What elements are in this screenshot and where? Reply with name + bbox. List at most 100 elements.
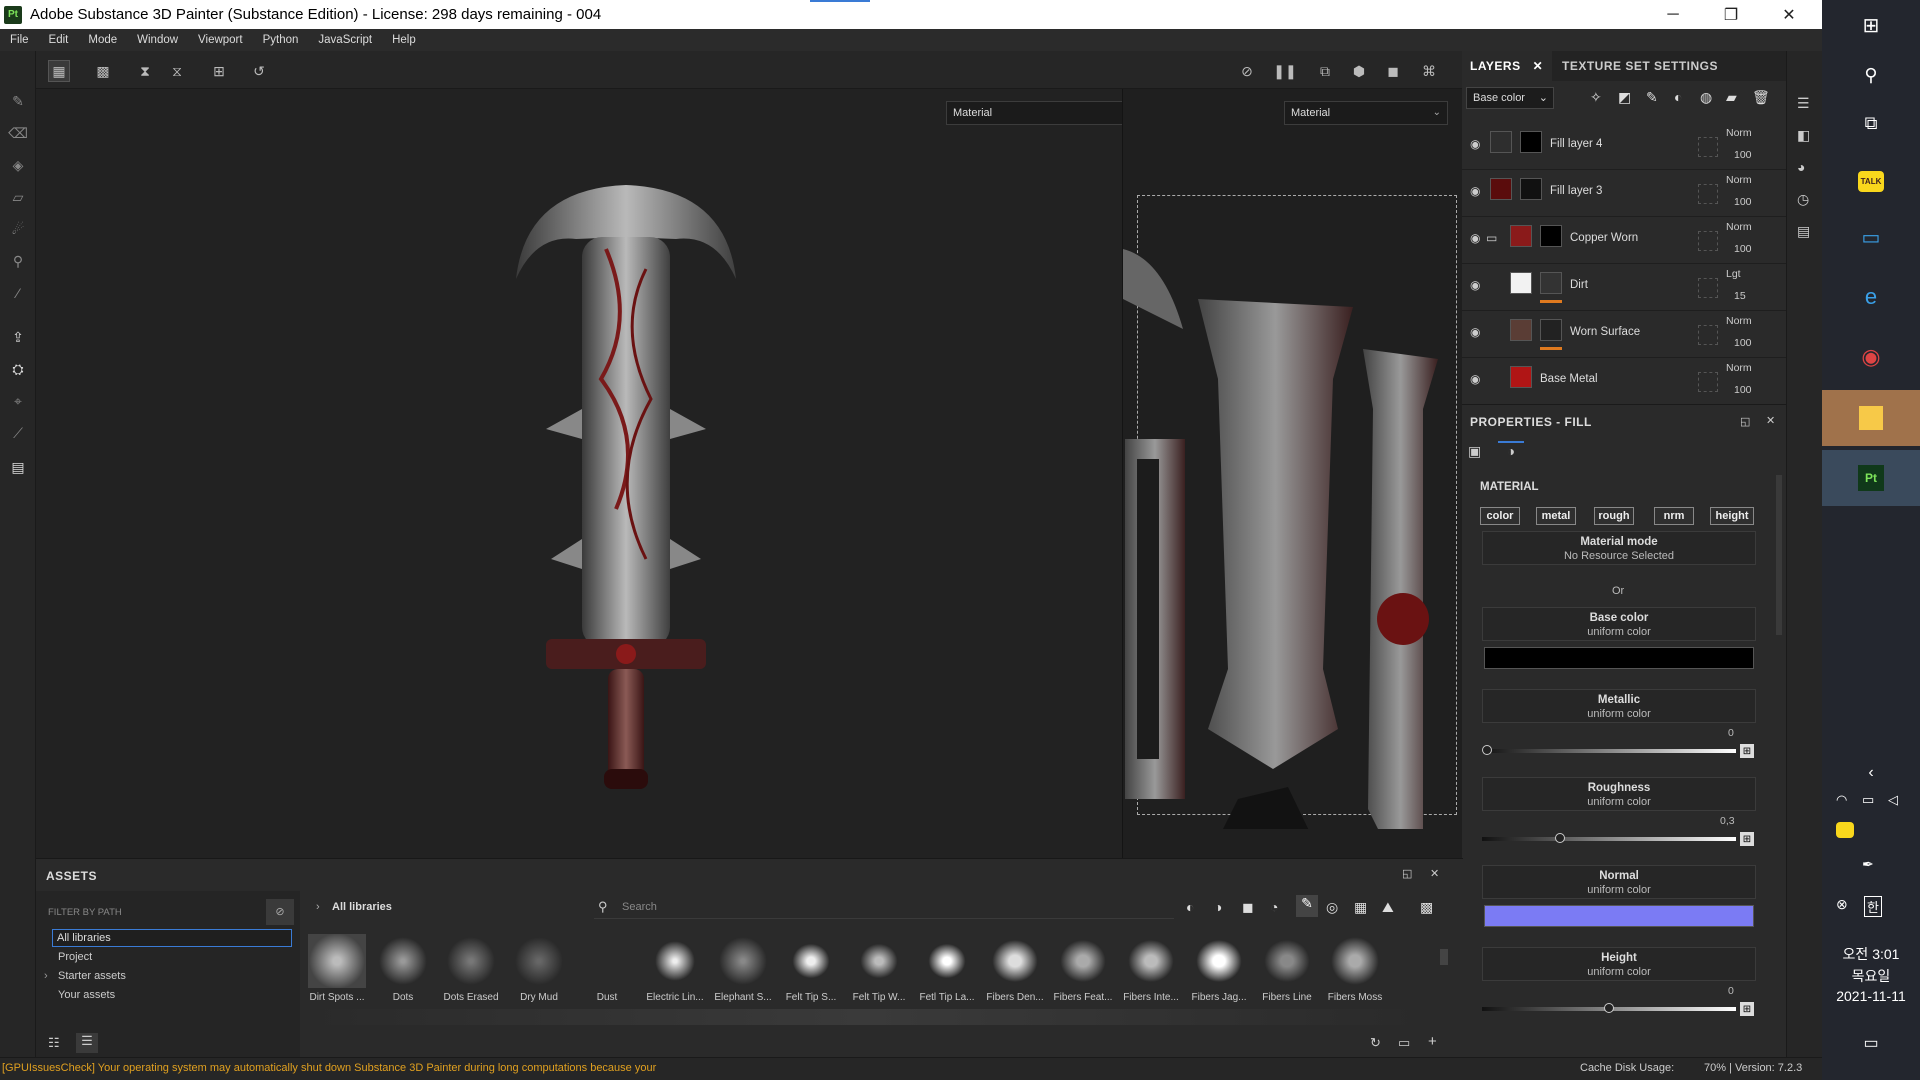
layer-link-box[interactable]: [1698, 231, 1718, 251]
metallic-block[interactable]: Metallic uniform color: [1482, 689, 1756, 723]
battery-icon[interactable]: ▭: [1862, 792, 1874, 808]
channel-select[interactable]: Base color ⌄: [1466, 87, 1554, 109]
clock-date[interactable]: 2021-11-11: [1822, 988, 1920, 1004]
layer-row[interactable]: ◉ ▭ Copper Worn Norm 100: [1462, 217, 1786, 264]
layers-panel-icon[interactable]: ☰: [1797, 95, 1810, 112]
measure-icon[interactable]: ⟋: [8, 423, 28, 443]
base-color-block[interactable]: Base color uniform color: [1482, 607, 1756, 641]
tree-item-all-libraries[interactable]: All libraries: [52, 929, 292, 947]
filter-smart-materials-icon[interactable]: ◑: [1214, 899, 1222, 915]
history-icon[interactable]: ↺: [248, 60, 270, 82]
asset-item[interactable]: Fibers Den...: [984, 934, 1046, 1003]
filter-list-icon[interactable]: ☷: [48, 1035, 60, 1051]
status-warning[interactable]: [GPUIssuesCheck] Your operating system m…: [2, 1062, 656, 1074]
tab-layers[interactable]: LAYERS ✕: [1462, 51, 1552, 81]
undock-icon[interactable]: ◱: [1740, 415, 1750, 428]
channel-nrm-button[interactable]: nrm: [1654, 507, 1694, 525]
eraser-icon[interactable]: ⌫: [8, 123, 28, 143]
filter-brushes-icon[interactable]: ✎: [1296, 895, 1318, 917]
internet-explorer-icon[interactable]: e: [1822, 282, 1920, 312]
layer-link-box[interactable]: [1698, 372, 1718, 392]
layer-opacity[interactable]: 15: [1734, 290, 1746, 302]
layer-blend-mode[interactable]: Lgt: [1726, 268, 1741, 280]
refresh-icon[interactable]: ↻: [1370, 1035, 1381, 1051]
history-panel-icon[interactable]: ◷: [1797, 191, 1809, 208]
layer-link-box[interactable]: [1698, 325, 1718, 345]
tree-item-project[interactable]: Project: [58, 951, 92, 963]
assets-breadcrumb[interactable]: All libraries: [332, 901, 392, 913]
eye-icon[interactable]: ◉: [1470, 372, 1484, 386]
layer-opacity[interactable]: 100: [1734, 196, 1752, 208]
maximize-button[interactable]: ❐: [1702, 0, 1760, 29]
layer-opacity[interactable]: 100: [1734, 243, 1752, 255]
viewport-2d-uv[interactable]: Material ⌄: [1122, 89, 1462, 858]
properties-scrollbar[interactable]: [1776, 475, 1782, 635]
layer-opacity[interactable]: 100: [1734, 149, 1752, 161]
asset-item[interactable]: Fibers Line: [1256, 934, 1318, 1003]
filter-generators-icon[interactable]: ◔: [1270, 899, 1278, 915]
pen-icon[interactable]: ✒: [1862, 856, 1874, 873]
add-fill-layer-icon[interactable]: ◐: [1674, 89, 1682, 105]
smudge-icon[interactable]: ☄: [8, 219, 28, 239]
roughness-slider-knob[interactable]: [1555, 833, 1566, 843]
height-block[interactable]: Height uniform color: [1482, 947, 1756, 981]
add-frame-icon[interactable]: ⊞: [208, 60, 230, 82]
asset-item[interactable]: Electric Lin...: [644, 934, 706, 1003]
eye-icon[interactable]: ◉: [1470, 137, 1484, 151]
viewport-3d[interactable]: Material ⌄: [36, 89, 1146, 858]
asset-item[interactable]: Dots Erased: [440, 934, 502, 1003]
layer-row[interactable]: ◉ Dirt Lgt 15: [1462, 264, 1786, 311]
link-icon[interactable]: ⊞: [1740, 832, 1754, 846]
menu-file[interactable]: File: [0, 34, 39, 46]
list-view-icon[interactable]: ☰: [76, 1033, 98, 1053]
asset-item[interactable]: Felt Tip W...: [848, 934, 910, 1003]
layer-blend-mode[interactable]: Norm: [1726, 221, 1752, 233]
ime-indicator[interactable]: 한: [1864, 896, 1882, 917]
height-slider[interactable]: [1482, 1003, 1736, 1013]
grid-single-icon[interactable]: ▦: [48, 60, 70, 82]
layer-row[interactable]: ◉ Fill layer 4 Norm 100: [1462, 123, 1786, 170]
filter-materials-icon[interactable]: ◐: [1186, 899, 1194, 915]
asset-item[interactable]: Dry Mud: [508, 934, 570, 1003]
base-color-swatch[interactable]: [1484, 647, 1754, 669]
assets-search-box[interactable]: ⚲ Search: [594, 895, 1174, 919]
link-icon[interactable]: ⊞: [1740, 744, 1754, 758]
link-icon[interactable]: ⊞: [1740, 1002, 1754, 1016]
split-view-icon[interactable]: ⧉: [1314, 60, 1336, 82]
paint-brush-icon[interactable]: ✎: [8, 91, 28, 111]
close-button[interactable]: ✕: [1760, 0, 1818, 29]
cube-view-icon[interactable]: ⬢: [1348, 60, 1370, 82]
add-smart-material-icon[interactable]: ◍: [1700, 89, 1712, 106]
volume-muted-icon[interactable]: ◁: [1888, 792, 1898, 808]
clone-stamp-icon[interactable]: ⚲: [8, 251, 28, 271]
eye-icon[interactable]: ◉: [1470, 231, 1484, 245]
menu-javascript[interactable]: JavaScript: [308, 34, 382, 46]
menu-viewport[interactable]: Viewport: [188, 34, 253, 46]
close-icon[interactable]: ✕: [1430, 867, 1439, 880]
asset-item[interactable]: Dots: [372, 934, 434, 1003]
layer-opacity[interactable]: 100: [1734, 384, 1752, 396]
asset-item[interactable]: Dust: [576, 934, 638, 1003]
undock-icon[interactable]: ◱: [1402, 867, 1412, 880]
display-settings-icon[interactable]: ◧: [1797, 127, 1810, 144]
symmetry-x-icon[interactable]: ⧗: [134, 60, 156, 82]
color-picker-icon[interactable]: ⁄: [8, 283, 28, 303]
menu-mode[interactable]: Mode: [78, 34, 127, 46]
channel-metal-button[interactable]: metal: [1536, 507, 1576, 525]
new-library-icon[interactable]: ▭: [1398, 1035, 1410, 1051]
layer-link-box[interactable]: [1698, 184, 1718, 204]
menu-help[interactable]: Help: [382, 34, 426, 46]
metallic-slider[interactable]: [1482, 745, 1736, 755]
tree-item-starter-assets[interactable]: Starter assets: [58, 970, 126, 982]
close-icon[interactable]: ✕: [1533, 59, 1544, 73]
normal-color-swatch[interactable]: [1484, 905, 1754, 927]
windows-start-icon[interactable]: ⊞: [1822, 10, 1920, 40]
screenshot-icon[interactable]: ⌘: [1418, 60, 1440, 82]
geometry-mask-icon[interactable]: ▱: [8, 187, 28, 207]
menu-window[interactable]: Window: [127, 34, 188, 46]
chevron-right-icon[interactable]: ›: [44, 970, 48, 982]
filter-textures-icon[interactable]: ▦: [1354, 899, 1367, 916]
task-view-icon[interactable]: ⧉: [1822, 108, 1920, 138]
eye-icon[interactable]: ◉: [1470, 278, 1484, 292]
viewport-3d-material-select[interactable]: Material ⌄: [946, 101, 1146, 125]
